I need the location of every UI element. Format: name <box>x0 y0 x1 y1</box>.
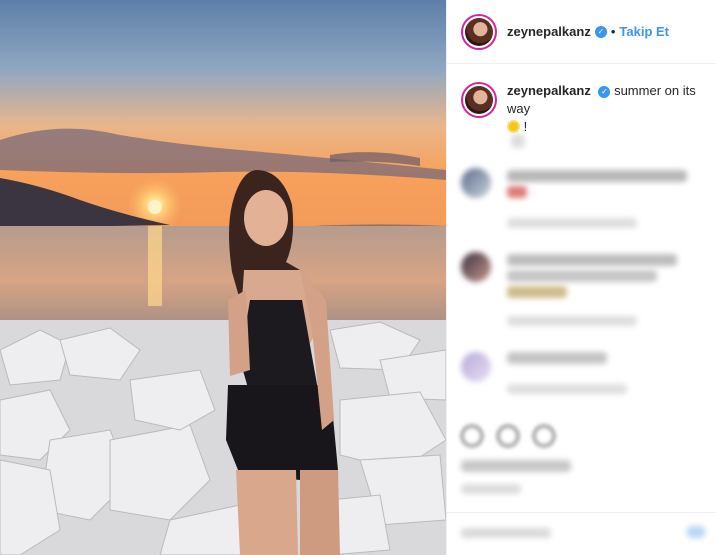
blurred-post-date <box>461 484 521 494</box>
author-username[interactable]: zeynepalkanz <box>507 24 591 39</box>
blurred-comment-text <box>507 254 677 266</box>
comment-avatar[interactable] <box>461 352 491 382</box>
follow-button[interactable]: Takip Et <box>619 24 669 39</box>
blurred-comment-text <box>507 170 687 182</box>
blurred-likes-count <box>461 460 571 472</box>
share-arrow-icon[interactable] <box>533 425 555 447</box>
separator-dot: • <box>610 24 616 39</box>
verified-badge-icon: ✓ <box>594 25 607 38</box>
blurred-comment-meta <box>507 218 637 228</box>
verified-badge-icon: ✓ <box>598 86 611 98</box>
post-header: zeynepalkanz ✓ • Takip Et <box>447 0 716 64</box>
caption-username[interactable]: zeynepalkanz <box>507 83 591 98</box>
blurred-comment-meta <box>507 316 637 326</box>
author-avatar[interactable] <box>461 13 497 50</box>
blurred-add-comment-input[interactable] <box>461 528 551 538</box>
like-heart-icon[interactable] <box>461 425 483 447</box>
blurred-comment-text <box>507 352 607 364</box>
instagram-post-window: zeynepalkanz ✓ • Takip Et zeynepalkanz ✓… <box>0 0 716 555</box>
post-photo <box>0 0 446 555</box>
blurred-timestamp <box>511 134 525 148</box>
caption-author-avatar[interactable] <box>461 82 497 118</box>
comment-box-divider <box>447 512 716 513</box>
comment-avatar[interactable] <box>461 168 491 198</box>
caption-text-tail: ! <box>523 119 528 134</box>
comment-bubble-icon[interactable] <box>497 425 519 447</box>
blurred-comment-text <box>507 270 657 282</box>
post-caption: zeynepalkanz ✓ summer on its way ! <box>447 64 716 136</box>
blurred-comment-text <box>507 286 567 298</box>
post-side-panel: zeynepalkanz ✓ • Takip Et zeynepalkanz ✓… <box>446 0 716 555</box>
sun-emoji-icon <box>507 120 520 133</box>
blurred-comment-text <box>507 186 527 198</box>
blurred-post-button[interactable] <box>687 526 705 538</box>
blurred-comment-meta <box>507 384 627 394</box>
comment-avatar[interactable] <box>461 252 491 282</box>
sunset-photo-image <box>0 0 446 555</box>
post-actions <box>461 425 555 447</box>
